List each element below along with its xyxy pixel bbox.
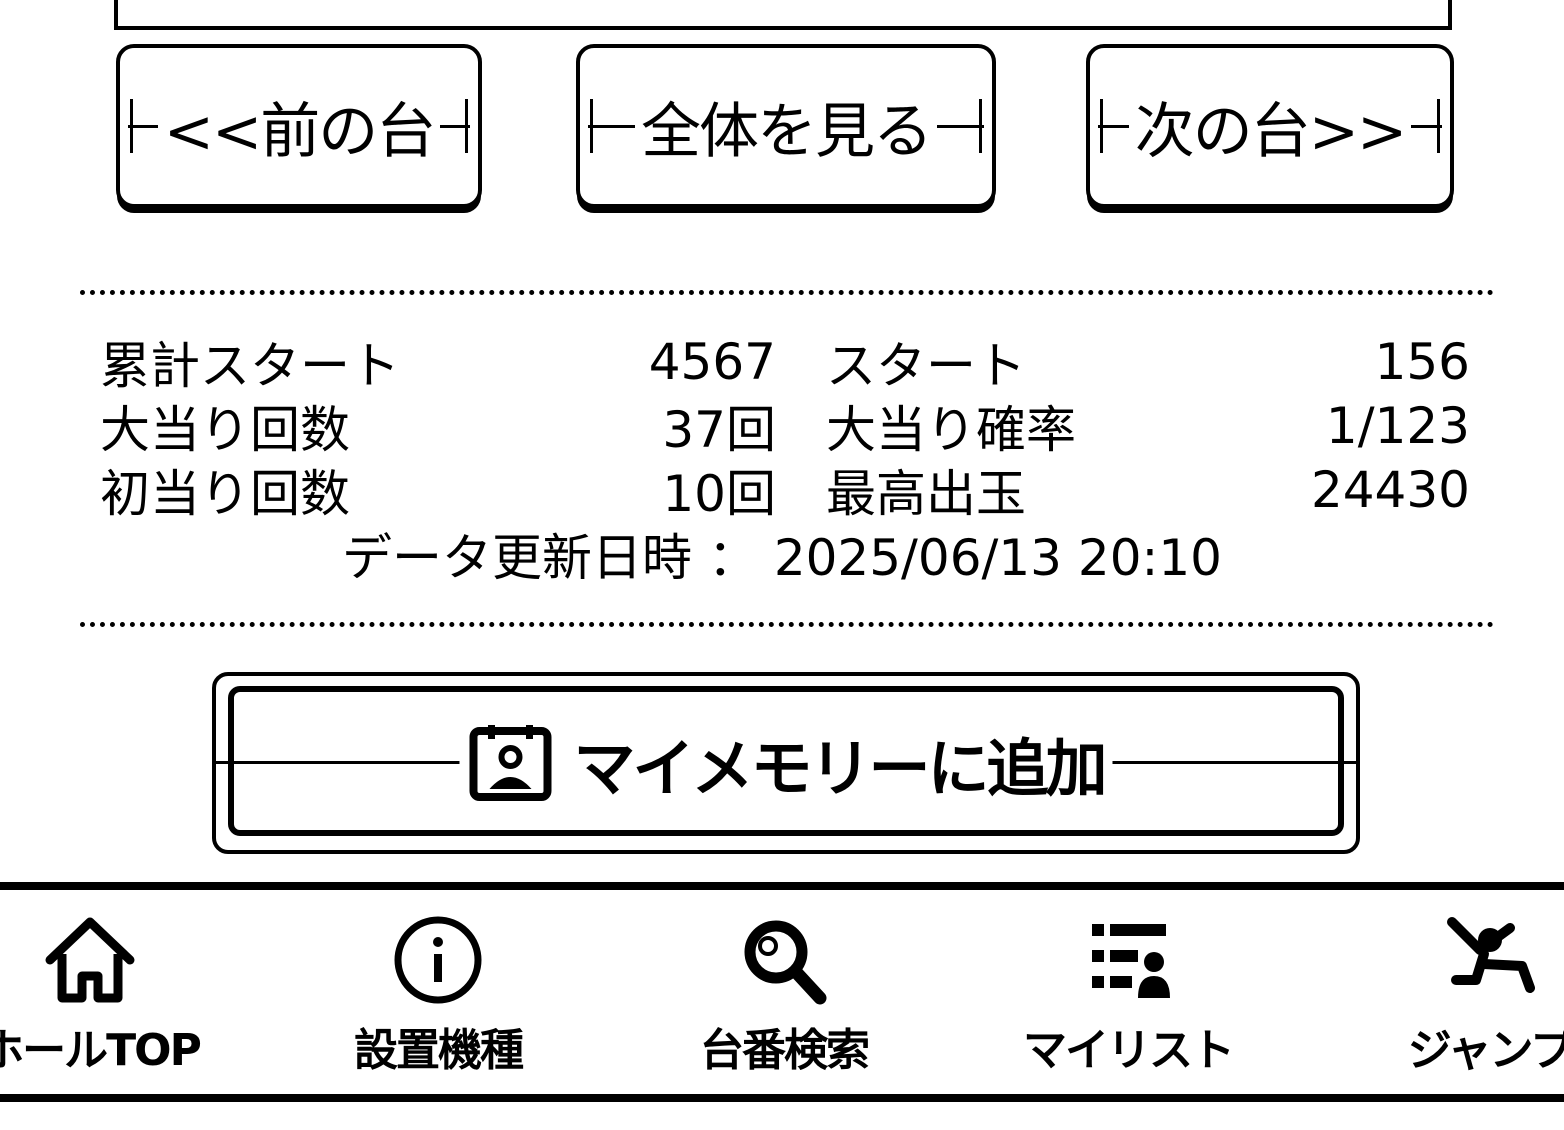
list-icon bbox=[1092, 924, 1170, 998]
data-updated-line: データ更新日時 ： 2025/06/13 20:10 bbox=[0, 518, 1564, 590]
divider bbox=[80, 622, 1494, 627]
prev-machine-button[interactable]: <<前の台 bbox=[116, 44, 482, 208]
stat-label-first-hit-count: 初当り回数 bbox=[100, 465, 350, 523]
tab-jump[interactable]: ジャンプ bbox=[1360, 914, 1564, 1084]
stat-label-total-start: 累計スタート bbox=[100, 337, 400, 395]
memory-add-icon bbox=[469, 725, 552, 801]
data-updated-value: 2025/06/13 20:10 bbox=[773, 529, 1222, 587]
stats-row: 初当り回数 10回 最高出玉 24430 bbox=[100, 458, 1470, 523]
stat-value-start: 156 bbox=[1374, 333, 1470, 391]
tab-label: ホールTOP bbox=[0, 1025, 202, 1076]
stat-label-jackpot-count: 大当り回数 bbox=[100, 401, 350, 459]
next-machine-button[interactable]: 次の台>> bbox=[1086, 44, 1454, 208]
prev-machine-label: <<前の台 bbox=[157, 82, 441, 170]
tab-machine-number-search[interactable]: 台番検索 bbox=[654, 914, 914, 1084]
search-icon bbox=[744, 920, 827, 1005]
stat-value-jackpot-count: 37回 bbox=[662, 401, 776, 459]
divider bbox=[80, 290, 1494, 295]
stats-row: 累計スタート 4567 スタート 156 bbox=[100, 330, 1470, 395]
home-icon bbox=[45, 917, 135, 1003]
tab-label: ジャンプ bbox=[1407, 1025, 1564, 1076]
add-to-my-memory-button[interactable]: マイメモリーに追加 bbox=[212, 672, 1360, 854]
add-to-my-memory-label: マイメモリーに追加 bbox=[573, 732, 1107, 805]
top-panel bbox=[114, 0, 1452, 30]
bottom-tab-bar: ホールTOP 設置機種 台番検索 マイリスト ジャンプ bbox=[0, 882, 1564, 1102]
data-updated-separator: ： bbox=[707, 529, 758, 587]
stat-value-jackpot-probability: 1/123 bbox=[1325, 397, 1470, 455]
info-icon bbox=[394, 916, 482, 1004]
stat-value-total-start: 4567 bbox=[648, 333, 776, 391]
data-updated-label: データ更新日時 bbox=[342, 529, 692, 587]
view-all-label: 全体を見る bbox=[635, 82, 937, 170]
stat-label-max-payout: 最高出玉 bbox=[826, 465, 1026, 523]
tab-label: 設置機種 bbox=[354, 1025, 524, 1076]
jump-icon bbox=[1447, 917, 1535, 993]
stats-table: 累計スタート 4567 スタート 156 大当り回数 37回 大当り確率 1/1… bbox=[100, 330, 1470, 523]
tab-installed-machines[interactable]: 設置機種 bbox=[308, 914, 568, 1084]
tab-hall-top[interactable]: ホールTOP bbox=[0, 914, 220, 1084]
view-all-button[interactable]: 全体を見る bbox=[576, 44, 996, 208]
stat-value-first-hit-count: 10回 bbox=[662, 465, 776, 523]
tab-my-list[interactable]: マイリスト bbox=[998, 914, 1258, 1084]
stat-label-jackpot-probability: 大当り確率 bbox=[826, 401, 1076, 459]
stat-label-start: スタート bbox=[826, 337, 1026, 395]
stat-value-max-payout: 24430 bbox=[1310, 461, 1470, 519]
stats-row: 大当り回数 37回 大当り確率 1/123 bbox=[100, 394, 1470, 459]
next-machine-label: 次の台>> bbox=[1128, 82, 1412, 170]
tab-label: マイリスト bbox=[1023, 1025, 1235, 1076]
tab-label: 台番検索 bbox=[700, 1025, 870, 1076]
